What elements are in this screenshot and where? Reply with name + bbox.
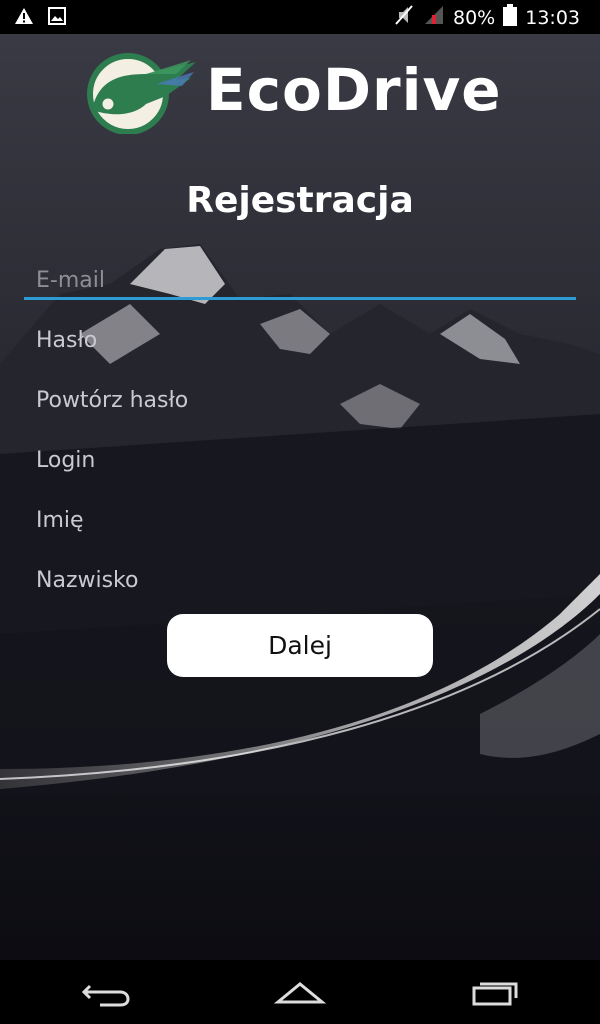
warning-icon xyxy=(14,7,34,29)
back-icon[interactable] xyxy=(76,972,136,1012)
brand-name: EcoDrive xyxy=(206,56,502,124)
email-field[interactable]: E-mail xyxy=(24,261,576,301)
clock: 13:03 xyxy=(525,6,580,29)
home-icon[interactable] xyxy=(270,972,330,1012)
login-field[interactable]: Login xyxy=(24,441,576,481)
next-button[interactable]: Dalej xyxy=(167,614,433,677)
image-icon xyxy=(48,7,66,29)
email-field-underline xyxy=(24,297,576,300)
battery-percent: 80% xyxy=(453,6,496,29)
page-title: Rejestracja xyxy=(186,180,414,221)
background-image xyxy=(0,34,600,960)
navigation-bar xyxy=(0,960,600,1024)
status-bar: 80% 13:03 xyxy=(0,0,600,34)
password-field[interactable]: Hasło xyxy=(24,321,576,361)
repeat-password-field[interactable]: Powtórz hasło xyxy=(24,381,576,421)
battery-icon xyxy=(503,4,518,31)
first-name-field[interactable]: Imię xyxy=(24,501,576,541)
signal-icon xyxy=(423,4,445,31)
recents-icon[interactable] xyxy=(466,972,526,1012)
mute-icon xyxy=(393,4,415,31)
last-name-field[interactable]: Nazwisko xyxy=(24,561,576,601)
